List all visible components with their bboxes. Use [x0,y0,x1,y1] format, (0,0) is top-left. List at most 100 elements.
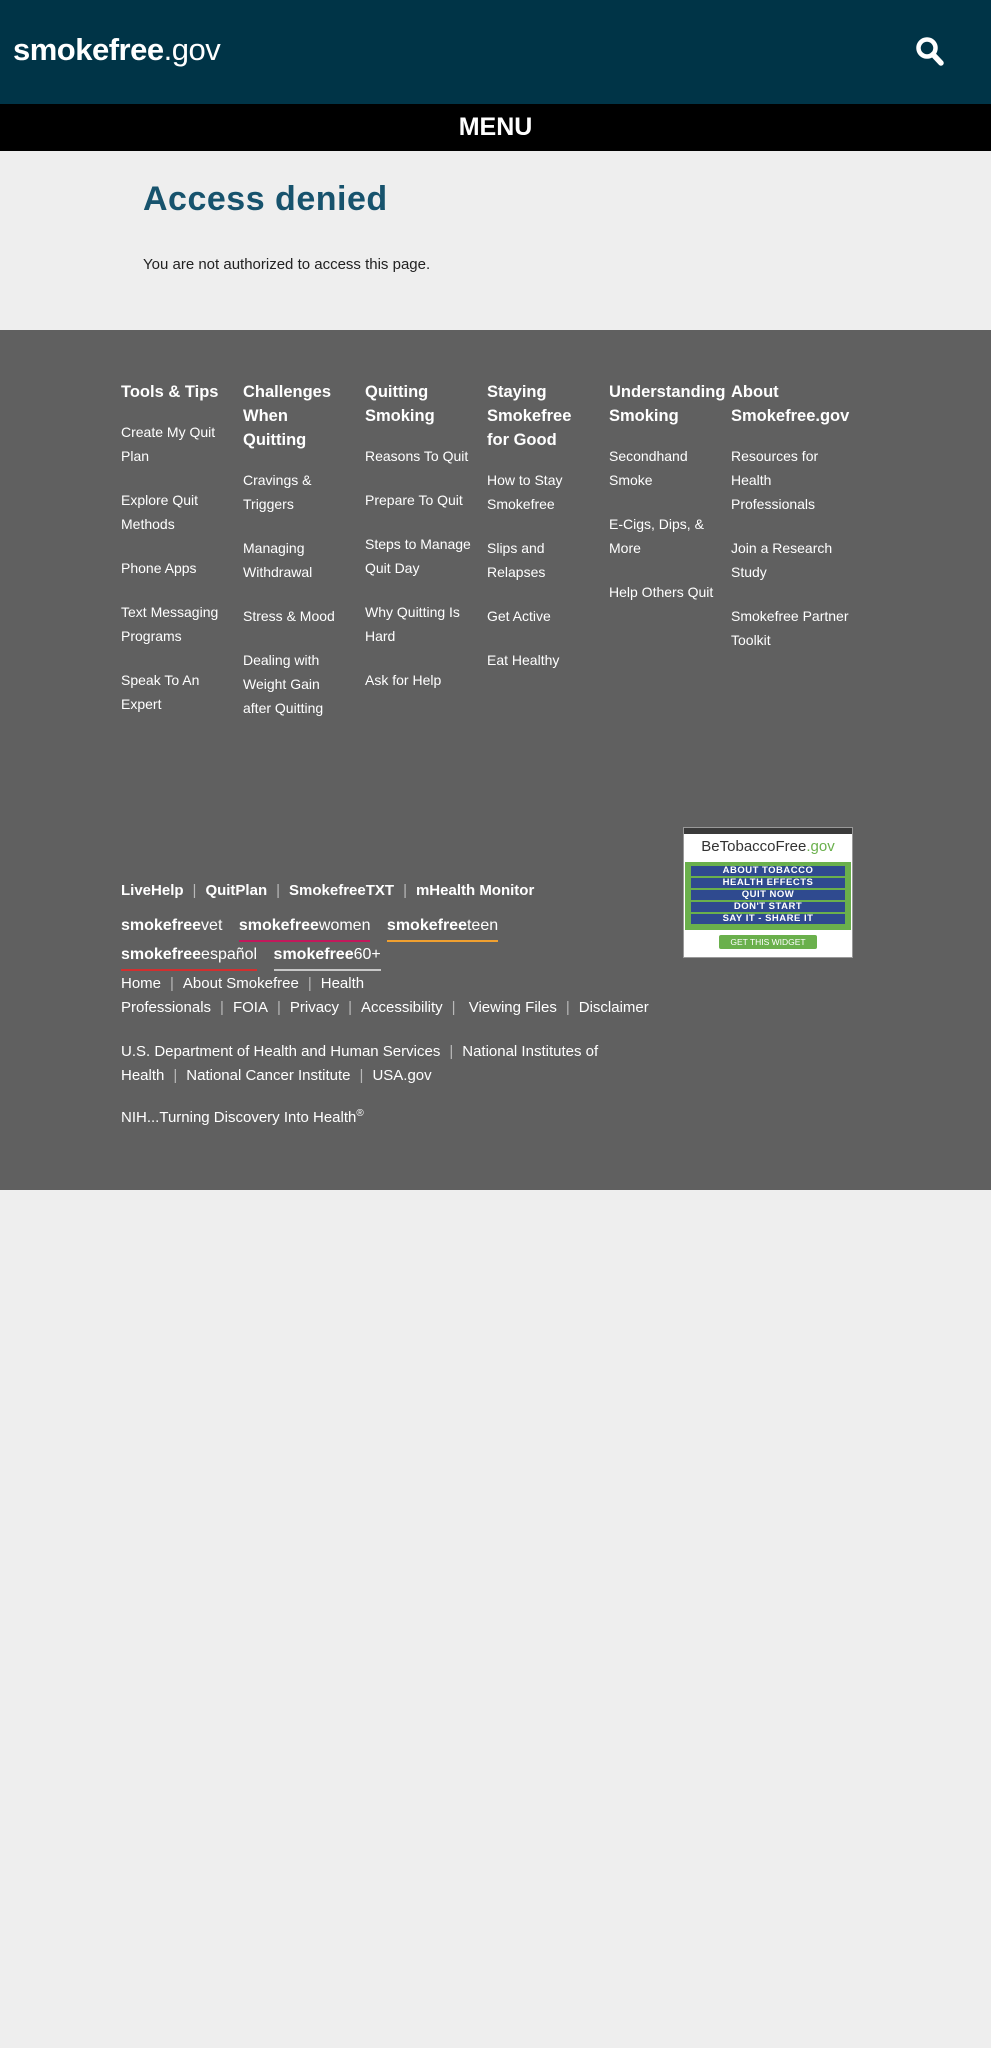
brand-link-espanol[interactable]: smokefreeespañol [121,942,258,971]
footer-link[interactable]: Create My Quit Plan [121,420,229,468]
footer-link[interactable]: Dealing with Weight Gain after Quitting [243,648,351,720]
agency-links: U.S. Department of Health and Human Serv… [121,1040,661,1088]
footer-link[interactable]: E-Cigs, Dips, & More [609,512,721,560]
footer-link[interactable]: Stress & Mood [243,604,351,628]
footer-link[interactable]: Eat Healthy [487,648,595,672]
agency-link[interactable]: USA.gov [372,1067,431,1084]
page-title: Access denied [143,180,388,218]
program-link[interactable]: mHealth Monitor [416,882,534,899]
separator: | [359,1067,364,1084]
footer-link[interactable]: Help Others Quit [609,580,721,604]
brand-bold: smokefree [121,917,202,934]
footer-link[interactable]: Resources for Health Professionals [731,444,849,516]
brand-light: 60+ [353,946,381,963]
separator: | [307,975,312,992]
separator: | [170,975,174,992]
program-link[interactable]: LiveHelp [121,882,184,899]
separator: | [276,882,281,899]
separator: | [403,882,407,899]
footer-utility-links: Home | About Smokefree | Health Professional… [121,972,661,1020]
footer-column-challenges: Challenges When Quitting Cravings & Trig… [243,380,351,740]
footer-link[interactable]: Smokefree Partner Toolkit [731,604,849,652]
logo-bold-text: smokefree [13,32,164,67]
brand-bold: smokefree [238,917,319,934]
footer-link[interactable]: How to Stay Smokefree [487,468,595,516]
widget-button[interactable]: SAY IT - SHARE IT [691,914,845,924]
footer-column-about: About Smokefree.gov Resources for Health… [731,380,849,672]
footer-column-heading: Tools & Tips [121,383,219,401]
footer-link[interactable]: Why Quitting Is Hard [365,600,473,648]
separator: | [276,999,281,1016]
footer-column-quitting: Quitting Smoking Reasons To Quit Prepare… [365,380,473,712]
widget-button-panel: ABOUT TOBACCO HEALTH EFFECTS QUIT NOW DO… [685,862,851,930]
separator: | [565,999,570,1016]
footer-link[interactable]: Text Messaging Programs [121,600,229,648]
footer-link[interactable]: Speak To An Expert [121,668,229,716]
separator: | [449,1043,454,1060]
footer-link[interactable]: Steps to Manage Quit Day [365,532,473,580]
footer-column-staying-smokefree: Staying Smokefree for Good How to Stay S… [487,380,595,692]
brand-link-vet[interactable]: smokefreevet [121,913,223,942]
separator: | [192,882,197,899]
footer-link[interactable]: Slips and Relapses [487,536,595,584]
registered-mark: ® [356,1108,364,1119]
widget-button[interactable]: QUIT NOW [691,890,845,900]
footer-link[interactable]: Explore Quit Methods [121,488,229,536]
brand-light: teen [466,917,499,934]
widget-title-main: BeTobaccoFree [701,838,807,855]
program-link[interactable]: SmokefreeTXT [289,882,394,899]
utility-link[interactable]: Accessibility [361,999,443,1016]
smokefree-brand-links: smokefreevet smokefreewomen smokefreetee… [121,913,561,971]
widget-button[interactable]: ABOUT TOBACCO [691,866,845,876]
footer-link[interactable]: Managing Withdrawal [243,536,351,584]
footer-link[interactable]: Ask for Help [365,668,473,692]
separator: | [451,999,456,1016]
separator: | [173,1067,178,1084]
brand-bold: smokefree [121,946,202,963]
brand-bold: smokefree [273,946,354,963]
brand-bold: smokefree [386,917,467,934]
betobaccofree-widget[interactable]: BeTobaccoFree.gov ABOUT TOBACCO HEALTH E… [683,827,853,958]
footer-column-heading: Challenges When Quitting [243,383,332,449]
utility-link[interactable]: Home [121,975,161,992]
footer-link[interactable]: Cravings & Triggers [243,468,351,516]
menu-toggle[interactable]: MENU [0,104,991,151]
brand-link-60plus[interactable]: smokefree60+ [273,942,381,971]
utility-link[interactable]: FOIA [233,999,268,1016]
brand-light: women [318,917,371,934]
footer-link[interactable]: Join a Research Study [731,536,849,584]
agency-link[interactable]: U.S. Department of Health and Human Serv… [121,1043,440,1060]
footer-link[interactable]: Prepare To Quit [365,488,473,512]
widget-button[interactable]: HEALTH EFFECTS [691,878,845,888]
agency-link[interactable]: National Cancer Institute [186,1067,350,1084]
footer-column-understanding: Understanding Smoking Secondhand Smoke E… [609,380,725,624]
utility-link[interactable]: Disclaimer [579,999,649,1016]
get-widget-button[interactable]: GET THIS WIDGET [719,935,817,949]
brand-link-women[interactable]: smokefreewomen [238,913,371,942]
access-denied-message: You are not authorized to access this pa… [143,256,431,273]
search-button[interactable] [915,36,945,68]
footer-column-heading: About Smokefree.gov [731,383,850,425]
brand-link-teen[interactable]: smokefreeteen [386,913,499,942]
site-footer: Tools & Tips Create My Quit Plan Explore… [0,330,991,1190]
site-header: smokefree.gov [0,0,991,104]
brand-light: español [201,946,258,963]
widget-button[interactable]: DON'T START [691,902,845,912]
nih-tagline-text: NIH...Turning Discovery Into Health [121,1109,357,1126]
footer-link[interactable]: Reasons To Quit [365,444,473,468]
footer-link[interactable]: Get Active [487,604,595,628]
program-links: LiveHelp | QuitPlan | SmokefreeTXT | mHealth M… [121,882,534,899]
search-icon [916,37,944,66]
separator: | [348,999,352,1016]
footer-link[interactable]: Secondhand Smoke [609,444,721,492]
widget-title-tld: .gov [806,838,835,855]
logo-light-text: .gov [163,32,221,67]
widget-top-bar [684,828,852,834]
utility-link[interactable]: Privacy [290,999,339,1016]
footer-column-heading: Staying Smokefree for Good [487,383,572,449]
utility-link[interactable]: About Smokefree [183,975,299,992]
smokefree-logo[interactable]: smokefree.gov [13,32,221,68]
footer-link[interactable]: Phone Apps [121,556,229,580]
utility-link[interactable]: Viewing Files [469,999,557,1016]
program-link[interactable]: QuitPlan [205,882,267,899]
